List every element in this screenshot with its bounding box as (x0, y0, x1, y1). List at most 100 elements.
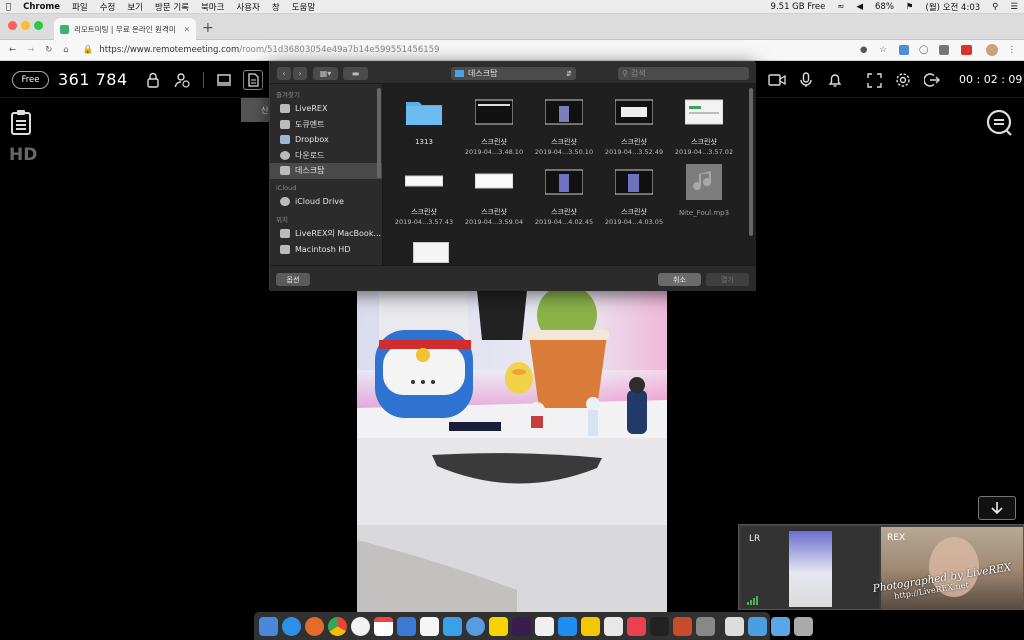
lock-room-icon[interactable] (143, 70, 163, 90)
slack-icon[interactable] (512, 616, 531, 636)
spotlight-icon[interactable]: ⚲ (992, 2, 998, 12)
search-field[interactable]: ⚲ 검색 (618, 67, 749, 80)
system-preferences-icon[interactable] (696, 616, 715, 636)
file-item-partial[interactable] (413, 242, 449, 263)
kakaotalk-icon[interactable] (489, 616, 508, 636)
sidebar-item-macbook[interactable]: LiveREX의 MacBook... (270, 226, 382, 242)
file-item-screenshot[interactable]: 스크린샷 2019-04...3.59.04 (456, 168, 532, 227)
camera-permission-icon[interactable]: ● (860, 45, 867, 55)
menu-app-name[interactable]: Chrome (23, 2, 60, 12)
extension-icon-3[interactable] (960, 45, 972, 55)
zoom-window-button[interactable] (34, 21, 43, 30)
clock-icon[interactable] (351, 616, 370, 636)
file-item-screenshot[interactable]: 스크린샷 2019-04...3.57.43 (386, 168, 462, 227)
sidebar-item-documents[interactable]: 도큐멘트 (270, 117, 382, 133)
fullscreen-icon[interactable] (864, 70, 884, 90)
messages-icon[interactable] (443, 616, 462, 636)
video-camera-icon[interactable] (767, 70, 787, 90)
notification-center-icon[interactable]: ☰ (1010, 2, 1018, 12)
file-item-screenshot[interactable]: 스크린샷 2019-04...3.48.10 (456, 98, 532, 157)
finder-icon[interactable] (259, 616, 278, 636)
menu-item-window[interactable]: 창 (272, 1, 280, 13)
butterfly-app-icon[interactable] (581, 616, 600, 636)
extension-icon-2[interactable] (938, 45, 949, 55)
file-item-folder[interactable]: 1313 (386, 98, 462, 147)
preview-icon[interactable] (420, 616, 439, 636)
document-share-icon[interactable] (243, 70, 263, 90)
sidebar-item-downloads[interactable]: 다운로드 (270, 148, 382, 164)
dialog-back-button[interactable]: ‹ (277, 67, 291, 80)
forward-icon[interactable]: → (27, 45, 34, 55)
calendar-icon[interactable] (374, 616, 393, 636)
menu-clock[interactable]: (월) 오전 4:03 (926, 1, 981, 13)
downloads-stack-icon[interactable] (748, 616, 767, 636)
menu-item-view[interactable]: 보기 (127, 1, 143, 13)
photos-icon[interactable] (604, 616, 623, 636)
open-button[interactable]: 열기 (706, 273, 749, 286)
menu-item-bookmarks[interactable]: 북마크 (201, 1, 224, 13)
bookmark-star-icon[interactable]: ☆ (879, 45, 887, 55)
chat-app-icon[interactable] (466, 616, 485, 636)
hd-quality-label[interactable]: HD (9, 145, 37, 165)
sidebar-item-icloud-drive[interactable]: iCloud Drive (270, 194, 382, 210)
chat-icon[interactable] (985, 109, 1013, 137)
chrome-menu-icon[interactable]: ⋮ (1008, 45, 1017, 55)
location-dropdown[interactable]: 데스크탑 ⇵ (451, 67, 576, 80)
screen-share-icon[interactable] (214, 70, 234, 90)
sidebar-item-dropbox[interactable]: Dropbox (270, 132, 382, 148)
wifi-icon[interactable]: ≈ (837, 2, 844, 12)
chrome-icon[interactable] (328, 616, 347, 636)
pocket-icon[interactable]: ◯ (919, 45, 929, 55)
download-arrow-button[interactable] (978, 496, 1016, 520)
flag-icon[interactable]: ⚑ (906, 2, 914, 12)
disk-free-status[interactable]: 9.51 GB Free (771, 2, 826, 12)
profile-avatar[interactable] (985, 44, 998, 56)
home-icon[interactable]: ⌂ (63, 45, 68, 55)
file-item-screenshot[interactable]: 스크린샷 2019-04...3.57.02 (666, 98, 742, 157)
lock-icon[interactable]: 🔒 (83, 45, 94, 55)
settings-gear-icon[interactable] (893, 70, 913, 90)
file-item-screenshot[interactable]: 스크린샷 2019-04...4.03.05 (596, 168, 672, 227)
sidebar-scrollbar[interactable] (377, 88, 381, 178)
file-item-audio[interactable]: Nite_Foul.mp3 (666, 164, 742, 218)
keynote-icon[interactable] (673, 616, 692, 636)
extension-icon[interactable] (898, 45, 909, 55)
pocket-app-icon[interactable] (627, 616, 646, 636)
sidebar-item-liverex[interactable]: LiveREX (270, 101, 382, 117)
safari-icon[interactable] (282, 616, 301, 636)
browser-tab[interactable]: 리모트미팅 | 무료 온라인 원격미 ✕ (54, 18, 196, 40)
menu-item-help[interactable]: 도움말 (292, 1, 315, 13)
back-icon[interactable]: ← (9, 45, 16, 55)
apple-menu-icon[interactable]:  (6, 2, 11, 12)
view-mode-icon[interactable]: ▦▾ (313, 67, 338, 80)
minimize-window-button[interactable] (21, 21, 30, 30)
participant-tile-lr[interactable]: LR (741, 527, 879, 609)
printer-icon[interactable] (725, 616, 744, 636)
close-tab-icon[interactable]: ✕ (184, 25, 190, 34)
dialog-forward-button[interactable]: › (293, 67, 307, 80)
file-item-screenshot[interactable]: 스크린샷 2019-04...4.02.45 (526, 168, 602, 227)
file-item-screenshot[interactable]: 스크린샷 2019-04...3.50.10 (526, 98, 602, 157)
url-field[interactable]: https://www.remotemeeting.com/room/51d36… (99, 45, 439, 55)
music-icon[interactable] (535, 616, 554, 636)
leave-room-icon[interactable] (922, 70, 942, 90)
menu-item-people[interactable]: 사용자 (236, 1, 259, 13)
sidebar-item-desktop[interactable]: 데스크탑 (270, 163, 382, 179)
menu-item-file[interactable]: 파일 (72, 1, 88, 13)
folder-stack-icon[interactable] (771, 616, 790, 636)
battery-percent[interactable]: 68% (875, 2, 894, 12)
cancel-button[interactable]: 취소 (658, 273, 701, 286)
file-grid-scrollbar[interactable] (749, 88, 753, 236)
reload-icon[interactable]: ↻ (45, 45, 52, 55)
menu-item-history[interactable]: 방문 기록 (155, 1, 189, 13)
notes-icon[interactable] (397, 616, 416, 636)
trash-icon[interactable] (794, 616, 813, 636)
menu-item-edit[interactable]: 수정 (100, 1, 116, 13)
notification-bell-icon[interactable] (825, 70, 845, 90)
app-store-icon[interactable] (558, 616, 577, 636)
new-folder-icon[interactable]: ▬ (343, 67, 368, 80)
final-cut-icon[interactable] (650, 616, 669, 636)
microphone-icon[interactable] (796, 70, 816, 90)
file-item-screenshot[interactable]: 스크린샷 2019-04...3.52.49 (596, 98, 672, 157)
clipboard-icon[interactable] (10, 109, 32, 135)
